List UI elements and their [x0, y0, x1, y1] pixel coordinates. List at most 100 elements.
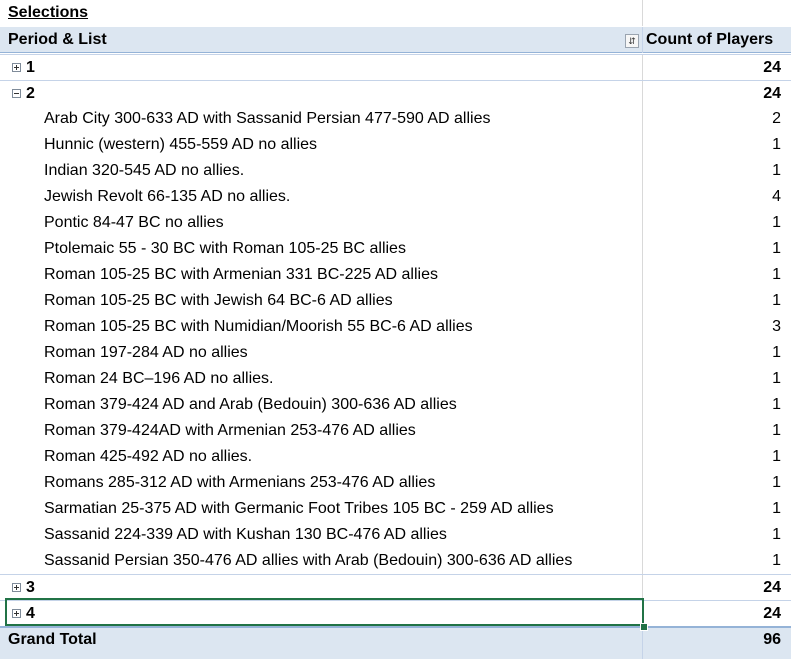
- group-label: 4: [26, 605, 35, 622]
- item-count-cell[interactable]: 1: [643, 210, 791, 236]
- item-name: Sarmatian 25-375 AD with Germanic Foot T…: [44, 500, 554, 517]
- item-count-cell[interactable]: 1: [643, 366, 791, 392]
- item-count: 1: [772, 162, 781, 179]
- item-label-cell[interactable]: Roman 24 BC–196 AD no allies.: [0, 366, 643, 392]
- item-label-cell[interactable]: Roman 105-25 BC with Armenian 331 BC-225…: [0, 262, 643, 288]
- group-label-cell[interactable]: 3: [0, 575, 643, 601]
- item-label-cell[interactable]: Jewish Revolt 66-135 AD no allies.: [0, 184, 643, 210]
- item-count-cell[interactable]: 4: [643, 184, 791, 210]
- item-count: 1: [772, 448, 781, 465]
- item-label-cell[interactable]: Hunnic (western) 455-559 AD no allies: [0, 132, 643, 158]
- item-count-cell[interactable]: 1: [643, 392, 791, 418]
- item-count-cell[interactable]: 1: [643, 158, 791, 184]
- group-count-cell[interactable]: 24: [643, 601, 791, 627]
- item-count-cell[interactable]: 1: [643, 418, 791, 444]
- item-count: 1: [772, 552, 781, 569]
- item-count-cell[interactable]: 1: [643, 132, 791, 158]
- item-label-cell[interactable]: Sassanid 224-339 AD with Kushan 130 BC-4…: [0, 522, 643, 548]
- title-row: Selections: [0, 0, 791, 26]
- list-item: Romans 285-312 AD with Armenians 253-476…: [0, 470, 791, 496]
- grand-total-label-cell[interactable]: Grand Total: [0, 628, 643, 659]
- item-label-cell[interactable]: Roman 197-284 AD no allies: [0, 340, 643, 366]
- list-item: Roman 24 BC–196 AD no allies. 1: [0, 366, 791, 392]
- item-label-cell[interactable]: Sassanid Persian 350-476 AD allies with …: [0, 548, 643, 574]
- item-count: 1: [772, 370, 781, 387]
- item-count-cell[interactable]: 1: [643, 288, 791, 314]
- collapse-minus-icon[interactable]: [12, 89, 21, 98]
- item-label-cell[interactable]: Romans 285-312 AD with Armenians 253-476…: [0, 470, 643, 496]
- item-count-cell[interactable]: 1: [643, 236, 791, 262]
- list-item: Indian 320-545 AD no allies. 1: [0, 158, 791, 184]
- item-count: 2: [772, 110, 781, 127]
- list-item: Roman 425-492 AD no allies. 1: [0, 444, 791, 470]
- item-count-cell[interactable]: 1: [643, 522, 791, 548]
- item-count-cell[interactable]: 1: [643, 496, 791, 522]
- item-label-cell[interactable]: Roman 425-492 AD no allies.: [0, 444, 643, 470]
- item-name: Roman 197-284 AD no allies: [44, 344, 248, 361]
- expand-plus-icon[interactable]: [12, 63, 21, 72]
- item-name: Ptolemaic 55 - 30 BC with Roman 105-25 B…: [44, 240, 406, 257]
- item-count: 1: [772, 214, 781, 231]
- group-count-cell[interactable]: 24: [643, 575, 791, 601]
- item-name: Sassanid 224-339 AD with Kushan 130 BC-4…: [44, 526, 447, 543]
- item-name: Sassanid Persian 350-476 AD allies with …: [44, 552, 573, 569]
- item-name: Roman 105-25 BC with Armenian 331 BC-225…: [44, 266, 438, 283]
- item-name: Arab City 300-633 AD with Sassanid Persi…: [44, 110, 491, 127]
- item-name: Roman 379-424 AD and Arab (Bedouin) 300-…: [44, 396, 457, 413]
- item-label-cell[interactable]: Indian 320-545 AD no allies.: [0, 158, 643, 184]
- grand-total-count-cell[interactable]: 96: [643, 628, 791, 659]
- title-cell[interactable]: Selections: [0, 0, 643, 26]
- item-name: Roman 105-25 BC with Jewish 64 BC-6 AD a…: [44, 292, 393, 309]
- row-label-text: Period & List: [8, 31, 107, 48]
- group-label: 3: [26, 579, 35, 596]
- item-name: Hunnic (western) 455-559 AD no allies: [44, 136, 318, 153]
- grand-total-count: 96: [763, 631, 781, 648]
- list-item: Ptolemaic 55 - 30 BC with Roman 105-25 B…: [0, 236, 791, 262]
- item-count-cell[interactable]: 1: [643, 340, 791, 366]
- expand-plus-icon[interactable]: [12, 583, 21, 592]
- item-name: Indian 320-545 AD no allies.: [44, 162, 245, 179]
- item-count: 1: [772, 136, 781, 153]
- group-count-cell[interactable]: 24: [643, 55, 791, 81]
- group-count-cell[interactable]: 24: [643, 81, 791, 107]
- group-row-1: 1 24: [0, 54, 791, 81]
- item-count-cell[interactable]: 1: [643, 548, 791, 574]
- item-label-cell[interactable]: Ptolemaic 55 - 30 BC with Roman 105-25 B…: [0, 236, 643, 262]
- sheet-title: Selections: [8, 4, 89, 21]
- group-label: 1: [26, 59, 35, 76]
- value-header[interactable]: Count of Players: [643, 27, 791, 53]
- list-item: Arab City 300-633 AD with Sassanid Persi…: [0, 106, 791, 132]
- group-label: 2: [26, 85, 35, 102]
- item-label-cell[interactable]: Arab City 300-633 AD with Sassanid Persi…: [0, 106, 643, 132]
- group-count: 24: [763, 85, 781, 102]
- item-count-cell[interactable]: 1: [643, 262, 791, 288]
- row-label-header[interactable]: Period & List ⇵: [0, 27, 643, 53]
- group-label-cell[interactable]: 1: [0, 55, 643, 81]
- sort-filter-icon[interactable]: ⇵: [625, 34, 639, 48]
- group-row-2: 2 24: [0, 80, 791, 107]
- item-count-cell[interactable]: 3: [643, 314, 791, 340]
- group-label-cell[interactable]: 2: [0, 81, 643, 107]
- item-count: 1: [772, 292, 781, 309]
- list-item: Roman 105-25 BC with Jewish 64 BC-6 AD a…: [0, 288, 791, 314]
- group-count: 24: [763, 59, 781, 76]
- item-label-cell[interactable]: Roman 105-25 BC with Numidian/Moorish 55…: [0, 314, 643, 340]
- fill-handle[interactable]: [640, 623, 648, 631]
- item-label-cell[interactable]: Roman 105-25 BC with Jewish 64 BC-6 AD a…: [0, 288, 643, 314]
- item-count-cell[interactable]: 1: [643, 444, 791, 470]
- item-count-cell[interactable]: 1: [643, 470, 791, 496]
- item-count: 1: [772, 240, 781, 257]
- item-label-cell[interactable]: Roman 379-424AD with Armenian 253-476 AD…: [0, 418, 643, 444]
- list-item: Roman 379-424 AD and Arab (Bedouin) 300-…: [0, 392, 791, 418]
- item-label-cell[interactable]: Sarmatian 25-375 AD with Germanic Foot T…: [0, 496, 643, 522]
- group-row-4: 4 24: [0, 600, 791, 627]
- item-count-cell[interactable]: 2: [643, 106, 791, 132]
- expand-plus-icon[interactable]: [12, 609, 21, 618]
- title-value-cell[interactable]: [643, 0, 791, 26]
- item-name: Pontic 84-47 BC no allies: [44, 214, 224, 231]
- list-item: Pontic 84-47 BC no allies 1: [0, 210, 791, 236]
- group-label-cell[interactable]: 4: [0, 601, 643, 627]
- list-item: Roman 105-25 BC with Numidian/Moorish 55…: [0, 314, 791, 340]
- item-label-cell[interactable]: Roman 379-424 AD and Arab (Bedouin) 300-…: [0, 392, 643, 418]
- item-label-cell[interactable]: Pontic 84-47 BC no allies: [0, 210, 643, 236]
